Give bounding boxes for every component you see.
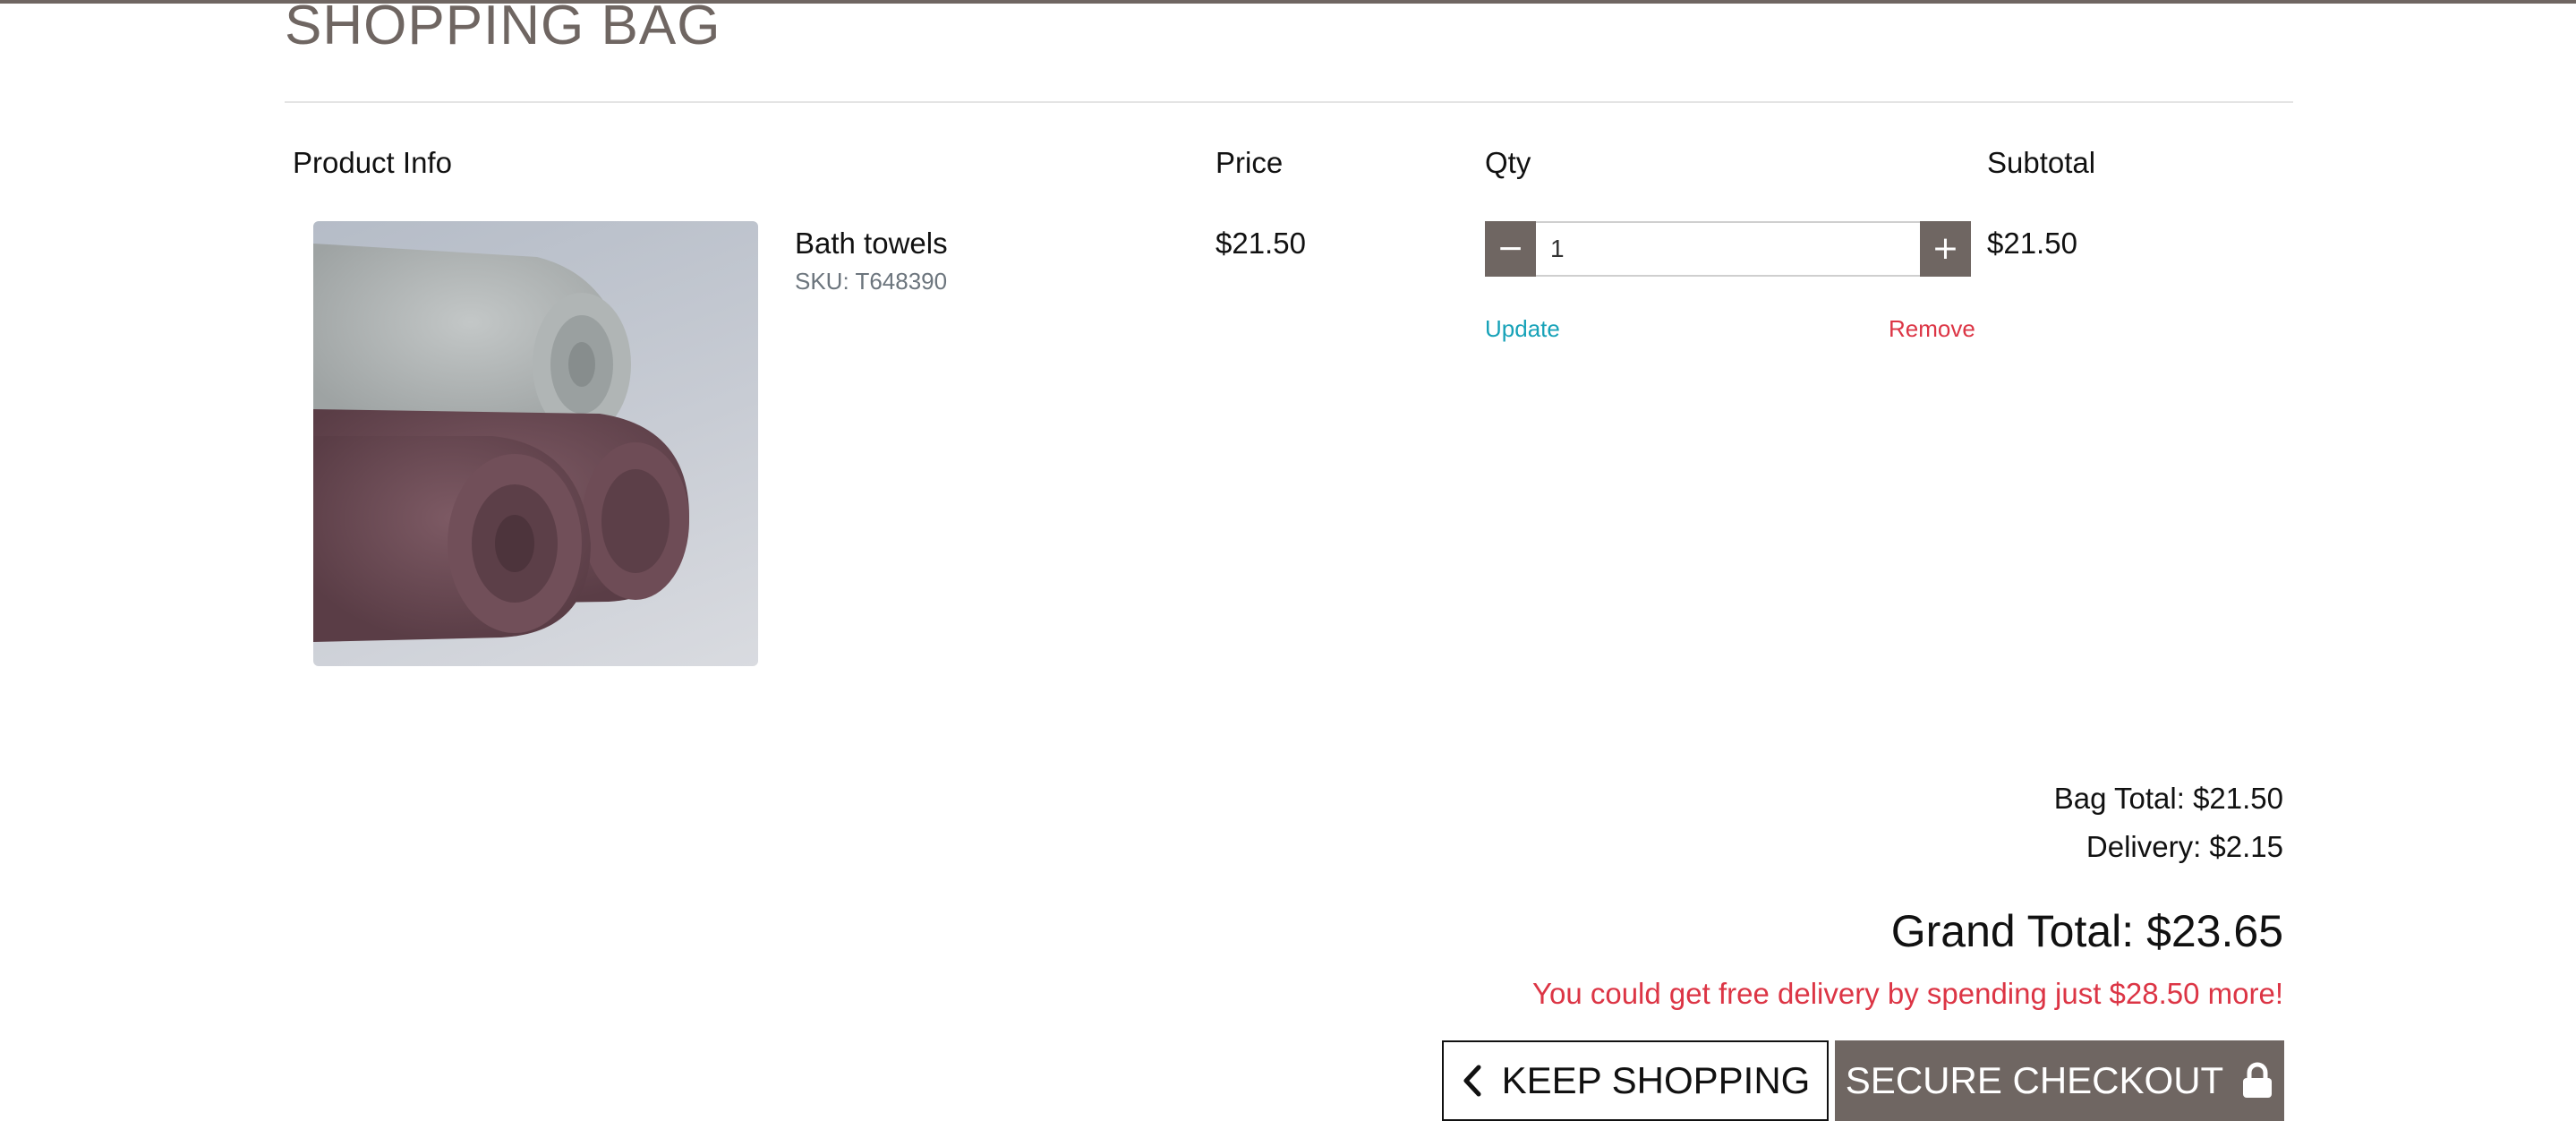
update-link[interactable]: Update: [1485, 315, 1560, 343]
quantity-stepper: − +: [1485, 221, 1971, 277]
secure-checkout-label: SECURE CHECKOUT: [1845, 1059, 2224, 1101]
keep-shopping-label: KEEP SHOPPING: [1501, 1059, 1811, 1101]
header-product-info: Product Info: [293, 146, 452, 179]
remove-link[interactable]: Remove: [1889, 315, 1975, 343]
delivery-cost: Delivery: $2.15: [2086, 830, 2283, 863]
title-divider: [285, 101, 2293, 103]
product-image: [313, 221, 758, 666]
bag-total: Bag Total: $21.50: [2053, 782, 2283, 815]
item-subtotal: $21.50: [1987, 227, 2077, 260]
rolled-towels-image: [313, 244, 689, 642]
header-qty: Qty: [1485, 146, 1531, 179]
increment-button[interactable]: +: [1920, 221, 1971, 277]
decrement-button[interactable]: −: [1485, 221, 1536, 277]
lock-icon: [2241, 1062, 2273, 1100]
item-price: $21.50: [1215, 227, 1306, 260]
product-name: Bath towels: [795, 227, 948, 260]
grand-total: Grand Total: $23.65: [1890, 906, 2283, 956]
product-sku: SKU: T648390: [795, 268, 948, 295]
quantity-input[interactable]: [1536, 221, 1920, 277]
free-delivery-message: You could get free delivery by spending …: [1532, 977, 2283, 1010]
keep-shopping-button[interactable]: KEEP SHOPPING: [1442, 1040, 1829, 1121]
header-price: Price: [1215, 146, 1284, 179]
page-title: SHOPPING BAG: [285, 0, 721, 56]
chevron-left-icon: [1461, 1064, 1484, 1098]
header-subtotal: Subtotal: [1987, 146, 2096, 179]
secure-checkout-button[interactable]: SECURE CHECKOUT: [1835, 1040, 2284, 1121]
